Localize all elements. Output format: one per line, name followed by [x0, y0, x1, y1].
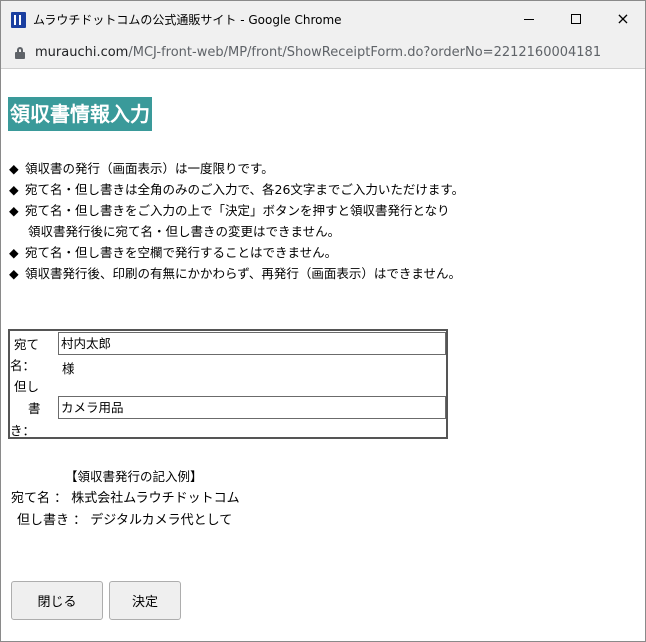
- url-text[interactable]: murauchi.com/MCJ-front-web/MP/front/Show…: [35, 45, 601, 60]
- addressee-label-line1: 宛て: [14, 337, 40, 352]
- proviso-label-line1: 但し: [14, 379, 40, 394]
- diamond-bullet-icon: ◆: [9, 203, 19, 218]
- url-path: /MCJ-front-web/MP/front/ShowReceiptForm.…: [128, 45, 602, 60]
- close-window-button[interactable]: ×: [600, 1, 646, 37]
- example-heading: 【領収書発行の記入例】: [65, 469, 203, 484]
- proviso-label-line3: き：: [10, 423, 36, 438]
- diamond-bullet-icon: ◆: [9, 161, 19, 176]
- lock-icon[interactable]: [15, 47, 25, 59]
- example-addressee: 宛て名 ： 株式会社ムラウチドットコム: [11, 491, 240, 506]
- minimize-icon: [524, 18, 534, 20]
- note-item: ◆ 領収書の発行（画面表示）は一度限りです。: [9, 158, 629, 179]
- window-title: ムラウチドットコムの公式通販サイト - Google Chrome: [33, 13, 342, 27]
- example-proviso: 但し書き ： デジタルカメラ代として: [17, 513, 233, 528]
- submit-button[interactable]: 決定: [109, 581, 181, 620]
- diamond-bullet-icon: ◆: [9, 266, 19, 281]
- diamond-bullet-icon: ◆: [9, 182, 19, 197]
- receipt-form: 宛て 名： 村内太郎 様 但し 書 き： カメラ用品: [8, 329, 448, 439]
- notes-list: ◆ 領収書の発行（画面表示）は一度限りです。 ◆ 宛て名・但し書きは全角のみのご入力…: [9, 158, 629, 284]
- url-host: murauchi.com: [35, 45, 129, 60]
- close-icon: ×: [616, 9, 630, 28]
- maximize-icon: [571, 14, 581, 24]
- addressee-label-line2: 名：: [10, 358, 36, 373]
- note-item: ◆ 宛て名・但し書きは全角のみのご入力で、各26文字までご入力いただけます。: [9, 179, 629, 200]
- proviso-input[interactable]: カメラ用品: [58, 396, 446, 419]
- page-title: 領収書情報入力: [8, 97, 152, 131]
- note-item: ◆ 宛て名・但し書きを空欄で発行することはできません。: [9, 242, 629, 263]
- note-item: ◆ 領収書発行後、印刷の有無にかかわらず、再発行（画面表示）はできません。: [9, 263, 629, 284]
- diamond-bullet-icon: ◆: [9, 245, 19, 260]
- title-bar: ムラウチドットコムの公式通販サイト - Google Chrome ×: [1, 1, 645, 37]
- muranet-logo-icon: [11, 12, 26, 28]
- address-bar[interactable]: murauchi.com/MCJ-front-web/MP/front/Show…: [1, 37, 645, 69]
- addressee-input[interactable]: 村内太郎: [58, 332, 446, 355]
- minimize-button[interactable]: [506, 1, 552, 37]
- browser-window: ムラウチドットコムの公式通販サイト - Google Chrome × mura…: [0, 0, 646, 642]
- maximize-button[interactable]: [553, 1, 599, 37]
- proviso-label-line2: 書: [28, 401, 41, 416]
- note-item: ◆ 宛て名・但し書きをご入力の上で「決定」ボタンを押すと領収書発行となり: [9, 200, 629, 221]
- addressee-suffix: 様: [62, 361, 75, 376]
- close-button[interactable]: 閉じる: [11, 581, 103, 620]
- note-continuation: 領収書発行後に宛て名・但し書きの変更はできません。: [28, 224, 341, 239]
